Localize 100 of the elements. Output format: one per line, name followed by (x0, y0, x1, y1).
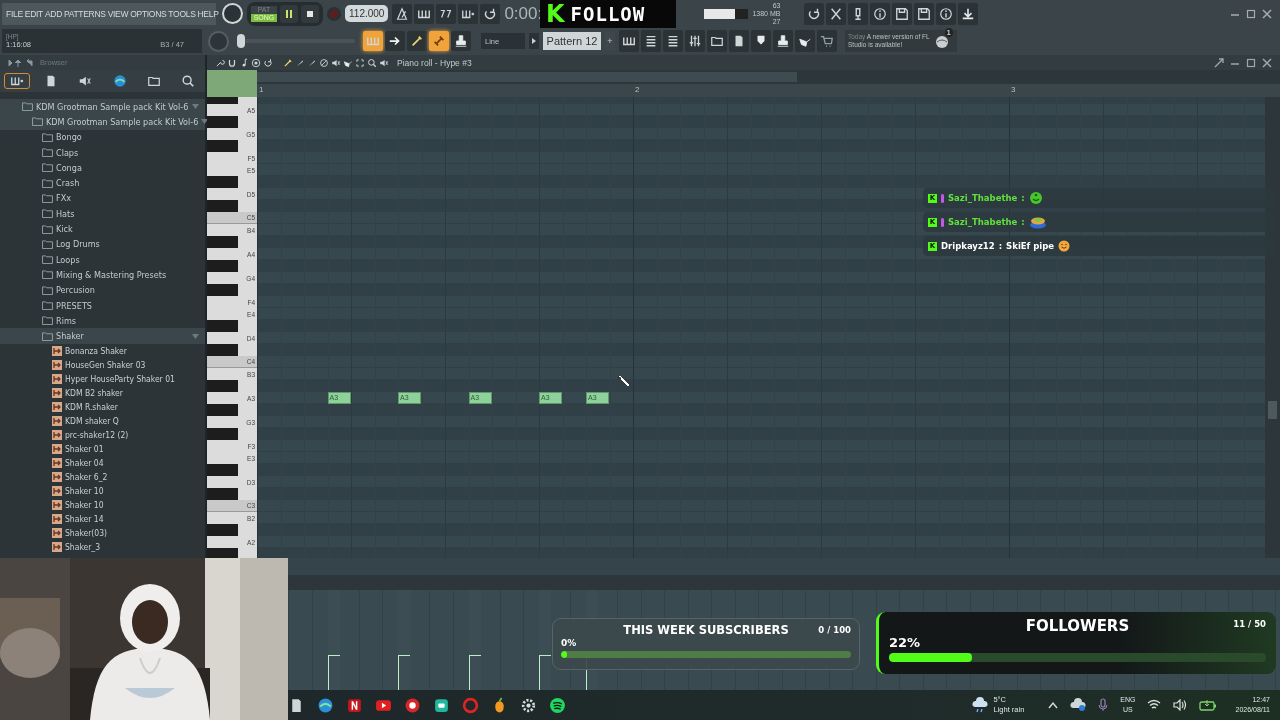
close-icon[interactable] (1262, 8, 1272, 19)
toggle-button[interactable] (385, 31, 405, 51)
tempo-field[interactable]: 112.000 (345, 5, 389, 22)
toolbar-button[interactable] (392, 3, 413, 24)
menu-item[interactable]: VIEW (107, 8, 129, 19)
piano-key[interactable] (207, 380, 257, 392)
volume-knob[interactable] (222, 3, 243, 24)
toolbar-button[interactable] (870, 2, 891, 25)
folder-item[interactable]: Log Drums (0, 236, 205, 252)
pattern-arrow-button[interactable] (529, 33, 539, 49)
toolbar-button[interactable] (751, 30, 771, 52)
folder-item[interactable]: Loops (0, 251, 205, 268)
folder-item[interactable]: KDM Grootman Sample pack Kit Vol-6 (0, 114, 205, 130)
browser-tab[interactable] (4, 73, 31, 89)
taskbar-app[interactable] (433, 696, 450, 714)
taskbar-app[interactable] (520, 696, 537, 714)
folder-item[interactable]: Crash (0, 175, 205, 191)
folder-item[interactable]: Claps (0, 144, 205, 161)
piano-key[interactable] (207, 524, 257, 536)
toolbar-button[interactable] (436, 3, 457, 24)
piano-key[interactable] (207, 548, 257, 558)
pattern-selector[interactable]: Pattern 12 (543, 32, 601, 50)
menu-item[interactable]: TOOLS (168, 8, 196, 19)
folder-item[interactable]: Conga (0, 160, 205, 176)
maximize-icon[interactable] (1246, 8, 1256, 19)
piano-key[interactable] (207, 488, 257, 500)
toolbar-button[interactable] (773, 30, 793, 52)
toolbar-button[interactable] (936, 2, 957, 25)
overview-scrollbar[interactable] (257, 70, 1280, 84)
folder-item[interactable]: Percusion (0, 282, 205, 298)
piano-key[interactable] (207, 200, 257, 212)
piano-key[interactable] (207, 116, 257, 128)
vertical-scrollbar[interactable] (1265, 97, 1280, 558)
sample-item[interactable]: KDM shaker Q (0, 413, 205, 428)
toolbar-button[interactable] (817, 30, 837, 52)
detach-icon[interactable] (1214, 57, 1224, 68)
piano-key[interactable] (207, 428, 257, 440)
toolbar-button[interactable] (826, 2, 847, 25)
horizontal-scrollbar[interactable] (288, 575, 1280, 590)
sample-item[interactable]: KDM B2 shaker (0, 385, 205, 400)
piano-key[interactable] (207, 140, 257, 152)
sample-item[interactable]: Hyper HouseParty Shaker 01 (0, 371, 205, 386)
toolbar-button[interactable] (414, 3, 435, 24)
sample-item[interactable]: KDM R.shaker (0, 399, 205, 414)
chevron-up-icon[interactable] (1048, 701, 1059, 709)
wifi-icon[interactable] (1147, 699, 1162, 711)
volume-icon[interactable] (1173, 699, 1188, 711)
piano-key[interactable] (207, 464, 257, 476)
maximize-icon[interactable] (1246, 57, 1256, 68)
toggle-button[interactable] (451, 31, 471, 51)
pitch-slider-thumb[interactable] (237, 34, 245, 48)
toggle-button[interactable] (429, 31, 449, 51)
taskbar-app[interactable] (404, 696, 421, 714)
cloud-icon[interactable] (1070, 698, 1087, 712)
pause-button[interactable] (280, 4, 298, 23)
sample-item[interactable]: Shaker 01 (0, 441, 205, 456)
toolbar-button[interactable] (958, 2, 979, 25)
sample-item[interactable]: Shaker 14 (0, 511, 205, 526)
folder-item[interactable]: Kick (0, 221, 205, 237)
taskbar-app[interactable] (346, 696, 363, 714)
piano-key[interactable] (207, 236, 257, 248)
piano-key[interactable] (207, 284, 257, 296)
piano-key[interactable] (207, 176, 257, 188)
folder-item[interactable]: Mixing & Mastering Presets (0, 267, 205, 283)
toolbar-button[interactable] (458, 3, 479, 24)
stop-button[interactable] (301, 4, 319, 23)
battery-icon[interactable] (1199, 699, 1218, 711)
sample-item[interactable]: Shaker 10 (0, 483, 205, 498)
folder-item[interactable]: PRESETS (0, 297, 205, 314)
taskbar-app[interactable] (317, 696, 334, 714)
toolbar-button[interactable] (795, 30, 815, 52)
menu-item[interactable]: HELP (197, 8, 219, 19)
folder-item[interactable]: Shaker (0, 328, 205, 344)
sample-item[interactable]: Bonanza Shaker (0, 343, 205, 358)
sample-item[interactable]: Shaker 04 (0, 455, 205, 470)
toolbar-button[interactable] (685, 30, 705, 52)
toolbar-button[interactable] (892, 2, 913, 25)
toolbar-button[interactable] (663, 30, 683, 52)
toolbar-button[interactable] (641, 30, 661, 52)
toolbar-button[interactable] (729, 30, 749, 52)
toolbar-button[interactable] (848, 2, 869, 25)
toolbar-button[interactable] (804, 2, 825, 25)
sample-item[interactable]: Shaker 10 (0, 497, 205, 512)
menu-item[interactable]: EDIT (24, 8, 43, 19)
toolbar-button[interactable] (707, 30, 727, 52)
menu-item[interactable]: PATTERNS (64, 8, 106, 19)
toolbar-button[interactable] (914, 2, 935, 25)
sample-item[interactable]: prc-shaker12 (2) (0, 427, 205, 442)
folder-item[interactable]: FXx (0, 190, 205, 207)
piano-key[interactable] (207, 260, 257, 272)
folder-item[interactable]: Hats (0, 206, 205, 222)
sample-item[interactable]: Shaker_3 (0, 539, 205, 554)
folder-item[interactable]: Rims (0, 313, 205, 329)
navigation-icon[interactable] (8, 57, 34, 68)
taskbar-app[interactable] (549, 696, 566, 714)
piano-key[interactable] (207, 320, 257, 332)
close-icon[interactable] (1262, 57, 1272, 68)
toolbar-button[interactable] (619, 30, 639, 52)
folder-item[interactable]: KDM Grootman Sample pack Kit Vol-6 (0, 99, 205, 115)
sample-item[interactable]: Shaker 6_2 (0, 469, 205, 484)
